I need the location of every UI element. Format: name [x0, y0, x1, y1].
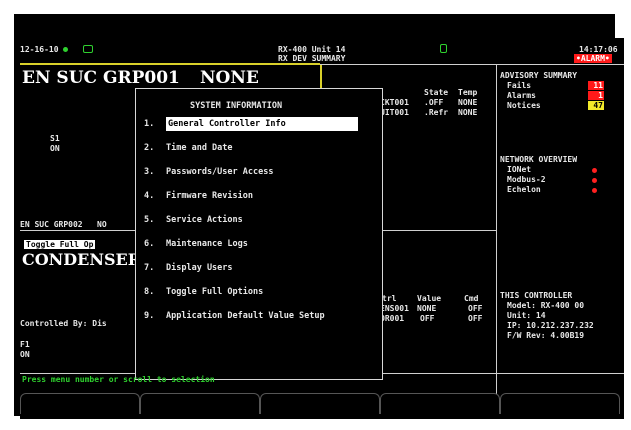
- ctrl-header: trl: [382, 294, 397, 303]
- table-row-cmd: OFF: [468, 314, 483, 323]
- fails-count-badge[interactable]: 11: [588, 81, 604, 90]
- value-header: Value: [417, 294, 442, 303]
- status-led-icon: [63, 47, 68, 52]
- controller-unit: Unit: 14: [507, 311, 546, 320]
- softkey-2[interactable]: [140, 393, 260, 414]
- table-row-state: .Refr: [424, 108, 449, 117]
- menu-item-number: 3.: [144, 167, 155, 177]
- f1-state: ON: [20, 350, 30, 359]
- header-date: 12-16-10: [20, 45, 59, 54]
- modbus-status-icon: [592, 178, 597, 183]
- menu-item-number: 9.: [144, 311, 155, 321]
- menu-item-service-actions[interactable]: 5. Service Actions: [144, 213, 243, 227]
- toggle-full-options-tab[interactable]: Toggle Full Op: [24, 240, 96, 249]
- menu-item-number: 8.: [144, 287, 155, 297]
- system-information-menu: SYSTEM INFORMATION 1. General Controller …: [135, 88, 383, 380]
- lock-icon: [440, 44, 447, 53]
- controlled-by-label: Controlled By: Dis: [20, 319, 107, 328]
- group2-value: NO: [97, 220, 107, 229]
- softkey-3[interactable]: [260, 393, 380, 414]
- network-item-ionet[interactable]: IONet: [507, 165, 531, 174]
- menu-item-number: 7.: [144, 263, 155, 273]
- right-column-divider: [496, 64, 497, 394]
- menu-item-label: Application Default Value Setup: [166, 311, 325, 321]
- ionet-status-icon: [592, 168, 597, 173]
- advisory-title: ADVISORY SUMMARY: [500, 71, 578, 80]
- menu-item-passwords[interactable]: 3. Passwords/User Access: [144, 165, 273, 179]
- menu-item-time-and-date[interactable]: 2. Time and Date: [144, 141, 233, 155]
- menu-item-application-default-value-setup[interactable]: 9. Application Default Value Setup: [144, 309, 325, 323]
- menu-item-label: Firmware Revision: [166, 191, 253, 201]
- softkey-row: [20, 393, 624, 415]
- menu-item-number: 2.: [144, 143, 155, 153]
- softkey-5[interactable]: [500, 393, 620, 414]
- network-icon: [83, 45, 93, 53]
- alarm-banner[interactable]: •ALARM•: [574, 54, 612, 63]
- menu-item-label: Display Users: [166, 263, 233, 273]
- menu-item-toggle-full-options[interactable]: 8. Toggle Full Options: [144, 285, 263, 299]
- top-divider-right: [320, 64, 624, 65]
- menu-title: SYSTEM INFORMATION: [190, 101, 283, 111]
- table-row-name[interactable]: UIT001: [380, 108, 409, 117]
- controller-title: THIS CONTROLLER: [500, 291, 573, 300]
- menu-item-label: Passwords/User Access: [166, 167, 274, 177]
- table-row-value: NONE: [417, 304, 437, 313]
- table-row-name[interactable]: OR001: [380, 314, 404, 323]
- menu-item-general-controller-info[interactable]: 1. General Controller Info: [144, 117, 358, 131]
- group-title[interactable]: EN SUC GRP001: [22, 68, 180, 88]
- group-none-label: NONE: [200, 68, 259, 88]
- softkey-4[interactable]: [380, 393, 500, 414]
- notices-label[interactable]: Notices: [507, 101, 541, 110]
- s1-label: S1: [50, 134, 60, 143]
- menu-item-number: 6.: [144, 239, 155, 249]
- table-row-name[interactable]: ENS001: [380, 304, 409, 313]
- menu-item-label: Service Actions: [166, 215, 243, 225]
- echelon-status-icon: [592, 188, 597, 193]
- group2-label[interactable]: EN SUC GRP002: [20, 220, 83, 229]
- menu-item-label: General Controller Info: [166, 117, 358, 131]
- softkey-1[interactable]: [20, 393, 140, 414]
- menu-item-number: 4.: [144, 191, 155, 201]
- fails-label[interactable]: Fails: [507, 81, 531, 90]
- controller-model: Model: RX-400 00: [507, 301, 585, 310]
- condenser-title[interactable]: CONDENSER: [22, 250, 141, 269]
- controller-firmware: F/W Rev: 4.00B19: [507, 331, 585, 340]
- controller-ip: IP: 10.212.237.232: [507, 321, 594, 330]
- status-message: Press menu number or scroll to selection: [22, 375, 215, 384]
- menu-item-label: Maintenance Logs: [166, 239, 248, 249]
- network-item-modbus[interactable]: Modbus-2: [507, 175, 546, 184]
- network-item-echelon[interactable]: Echelon: [507, 185, 541, 194]
- alarms-label[interactable]: Alarms: [507, 91, 536, 100]
- f1-label: F1: [20, 340, 30, 349]
- network-title: NETWORK OVERVIEW: [500, 155, 578, 164]
- menu-item-number: 5.: [144, 215, 155, 225]
- header-time: 14:17:06: [579, 45, 618, 54]
- table-row-temp: NONE: [458, 98, 478, 107]
- menu-item-firmware-revision[interactable]: 4. Firmware Revision: [144, 189, 253, 203]
- menu-item-maintenance-logs[interactable]: 6. Maintenance Logs: [144, 237, 248, 251]
- state-header: State: [424, 88, 449, 97]
- s1-state: ON: [50, 144, 60, 153]
- table-row-temp: NONE: [458, 108, 478, 117]
- cmd-header: Cmd: [464, 294, 479, 303]
- controller-screen: 12-16-10 RX-400 Unit 14 RX DEV SUMMARY 1…: [20, 38, 624, 419]
- notices-count-badge[interactable]: 47: [588, 101, 604, 110]
- menu-item-display-users[interactable]: 7. Display Users: [144, 261, 233, 275]
- header-subtitle: RX DEV SUMMARY: [278, 54, 346, 63]
- table-row-value: OFF: [420, 314, 435, 323]
- table-row-cmd: OFF: [468, 304, 483, 313]
- table-row-name[interactable]: CKT001: [380, 98, 409, 107]
- table-row-state: .OFF: [424, 98, 444, 107]
- menu-item-number: 1.: [144, 119, 155, 129]
- alarms-count-badge[interactable]: 1: [588, 91, 604, 100]
- temp-header: Temp: [458, 88, 478, 97]
- menu-item-label: Toggle Full Options: [166, 287, 264, 297]
- menu-item-label: Time and Date: [166, 143, 233, 153]
- top-divider-left: [20, 63, 320, 65]
- header-title: RX-400 Unit 14: [278, 45, 346, 54]
